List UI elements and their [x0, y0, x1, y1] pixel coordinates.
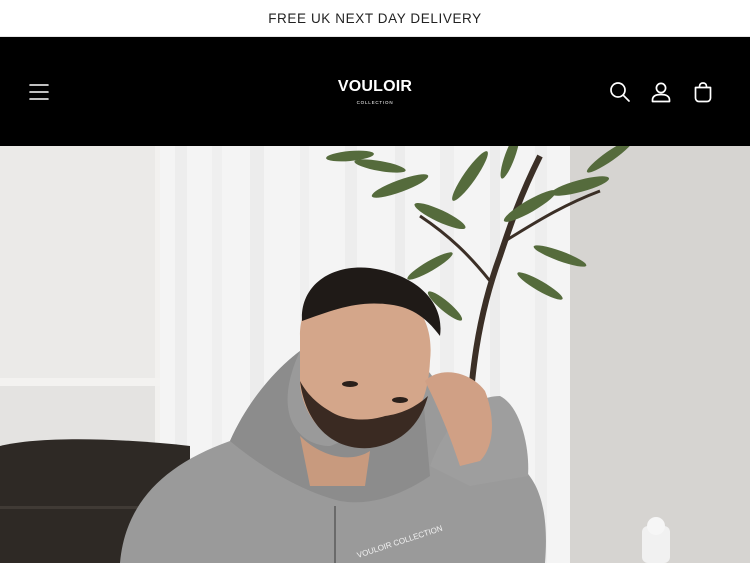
site-header: VOULOIR COLLECTION: [0, 37, 750, 146]
announcement-text: FREE UK NEXT DAY DELIVERY: [268, 10, 482, 26]
search-button[interactable]: [600, 37, 640, 146]
site-logo[interactable]: VOULOIR COLLECTION: [300, 37, 450, 146]
account-button[interactable]: [641, 37, 681, 146]
menu-icon: [29, 83, 49, 100]
logo-subtitle: COLLECTION: [356, 100, 394, 105]
cart-button[interactable]: [683, 37, 723, 146]
hero-image: VOULOIR COLLECTION: [0, 146, 750, 563]
search-icon: [610, 81, 630, 102]
cart-icon: [694, 81, 712, 102]
logo-wordmark: VOULOIR: [337, 78, 413, 95]
menu-button[interactable]: [19, 37, 59, 146]
announcement-bar: FREE UK NEXT DAY DELIVERY: [0, 0, 750, 37]
hero-banner[interactable]: VOULOIR COLLECTION: [0, 146, 750, 563]
account-icon: [651, 82, 671, 102]
